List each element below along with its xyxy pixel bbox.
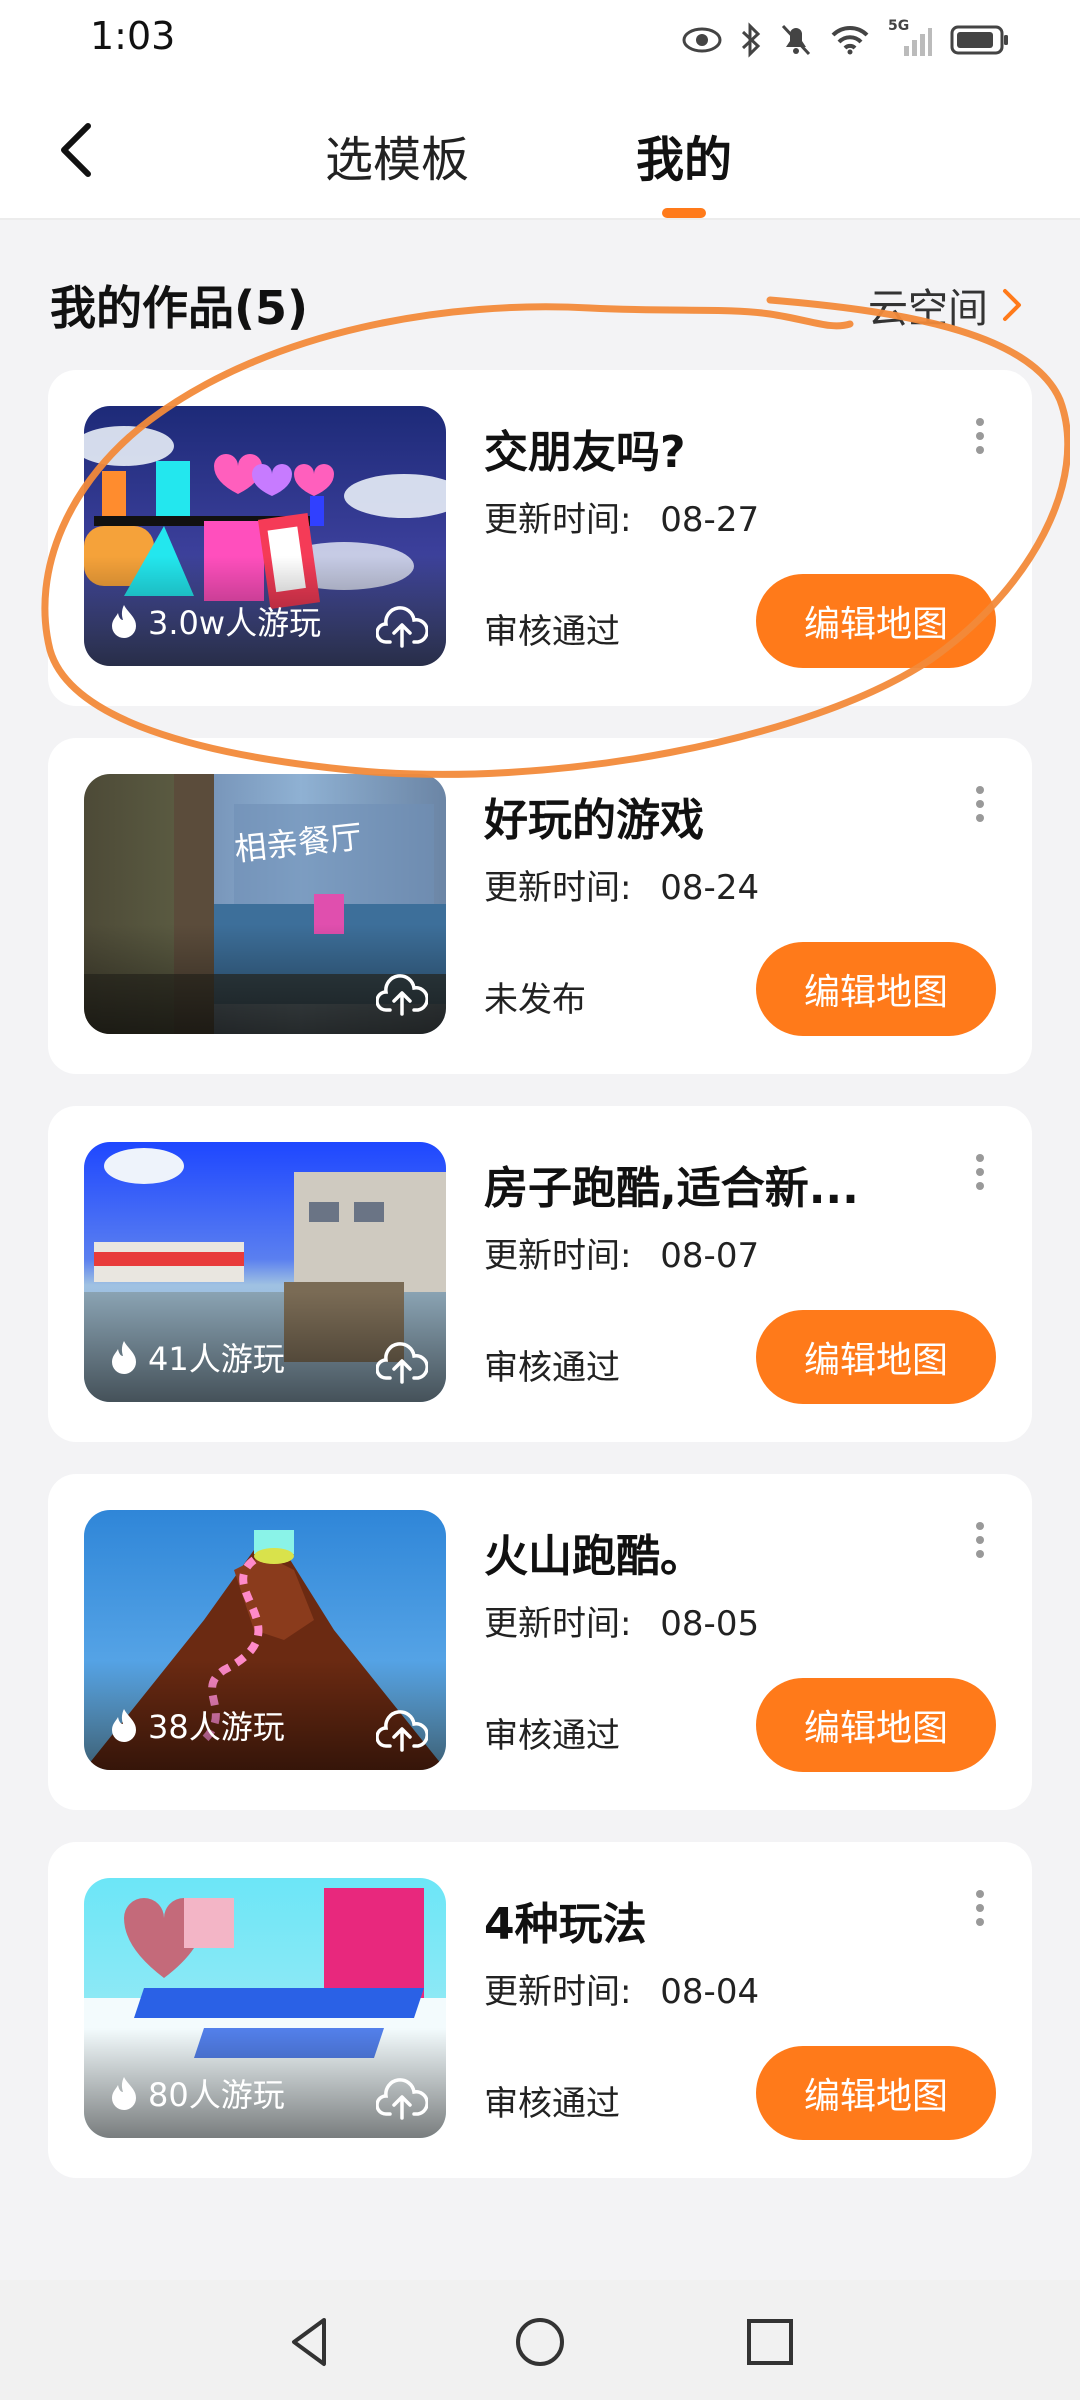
work-thumbnail[interactable]: 41人游玩 bbox=[84, 1142, 446, 1402]
cloud-space-label: 云空间 bbox=[868, 286, 988, 332]
active-tab-indicator bbox=[662, 208, 706, 218]
wifi-icon bbox=[831, 25, 869, 55]
cloud-upload-icon[interactable] bbox=[376, 974, 428, 1016]
play-count: 80人游玩 bbox=[110, 2070, 285, 2116]
work-card[interactable]: 3.0w人游玩 交朋友吗? 更新时间: 08-27 审核通过 编辑地图 bbox=[48, 370, 1032, 706]
signal-icon: 5G bbox=[888, 18, 932, 58]
updated-label: 更新时间: bbox=[484, 1604, 632, 1644]
flame-icon bbox=[112, 2077, 136, 2110]
work-thumbnail[interactable]: 3.0w人游玩 bbox=[84, 406, 446, 666]
nav-recent-apps-icon[interactable] bbox=[740, 2312, 800, 2372]
updated-time: 更新时间: 08-27 bbox=[484, 492, 759, 541]
chevron-right-icon bbox=[1003, 289, 1021, 321]
work-thumbnail[interactable]: 80人游玩 bbox=[84, 1878, 446, 2138]
work-title: 房子跑酷,适合新... bbox=[484, 1163, 859, 1214]
updated-time: 更新时间: 08-05 bbox=[484, 1596, 759, 1645]
status-bar: 1:03 5G bbox=[0, 0, 1080, 80]
mute-bell-icon bbox=[781, 24, 811, 56]
work-thumbnail[interactable]: 相亲餐厅 bbox=[84, 774, 446, 1034]
system-navigation-bar bbox=[0, 2280, 1080, 2400]
work-card[interactable]: 80人游玩 4种玩法 更新时间: 08-04 审核通过 编辑地图 bbox=[48, 1842, 1032, 2178]
updated-time: 更新时间: 08-04 bbox=[484, 1964, 759, 2013]
review-status: 审核通过 bbox=[484, 1348, 620, 1388]
updated-label: 更新时间: bbox=[484, 1972, 632, 2012]
play-count: 38人游玩 bbox=[110, 1702, 285, 1748]
nav-home-icon[interactable] bbox=[510, 2312, 570, 2372]
play-count-label: 38人游玩 bbox=[148, 1708, 285, 1746]
work-title: 4种玩法 bbox=[484, 1899, 647, 1950]
cloud-upload-icon[interactable] bbox=[376, 1342, 428, 1384]
review-status: 审核通过 bbox=[484, 1716, 620, 1756]
work-title: 交朋友吗? bbox=[484, 427, 686, 478]
updated-date: 08-07 bbox=[660, 1236, 760, 1276]
work-title: 好玩的游戏 bbox=[484, 795, 704, 846]
more-options-icon[interactable] bbox=[972, 1152, 988, 1192]
nav-back-icon[interactable] bbox=[280, 2312, 340, 2372]
play-count: 41人游玩 bbox=[110, 1334, 285, 1380]
eye-icon bbox=[682, 27, 722, 53]
updated-date: 08-05 bbox=[660, 1604, 760, 1644]
section-title: 我的作品(5) bbox=[50, 281, 309, 335]
cloud-upload-icon[interactable] bbox=[376, 1710, 428, 1752]
updated-label: 更新时间: bbox=[484, 868, 632, 908]
bluetooth-icon bbox=[741, 22, 761, 58]
edit-map-button[interactable]: 编辑地图 bbox=[756, 1678, 996, 1772]
back-arrow-icon[interactable] bbox=[50, 120, 110, 180]
work-card[interactable]: 38人游玩 火山跑酷。 更新时间: 08-05 审核通过 编辑地图 bbox=[48, 1474, 1032, 1810]
edit-map-button[interactable]: 编辑地图 bbox=[756, 1310, 996, 1404]
review-status: 审核通过 bbox=[484, 2084, 620, 2124]
review-status: 审核通过 bbox=[484, 612, 620, 652]
work-card[interactable]: 41人游玩 房子跑酷,适合新... 更新时间: 08-07 审核通过 编辑地图 bbox=[48, 1106, 1032, 1442]
play-count: 3.0w人游玩 bbox=[110, 598, 321, 644]
cloud-space-link[interactable]: 云空间 bbox=[868, 276, 1024, 334]
flame-icon bbox=[112, 1709, 136, 1742]
more-options-icon[interactable] bbox=[972, 416, 988, 456]
work-title: 火山跑酷。 bbox=[484, 1531, 704, 1582]
network-label: 5G bbox=[888, 18, 910, 34]
updated-date: 08-04 bbox=[660, 1972, 760, 2012]
more-options-icon[interactable] bbox=[972, 1520, 988, 1560]
more-options-icon[interactable] bbox=[972, 1888, 988, 1928]
edit-map-button[interactable]: 编辑地图 bbox=[756, 574, 996, 668]
flame-icon bbox=[112, 1341, 136, 1374]
status-icons: 5G bbox=[682, 18, 1010, 62]
play-count-label: 80人游玩 bbox=[148, 2076, 285, 2114]
status-time: 1:03 bbox=[90, 14, 176, 58]
updated-time: 更新时间: 08-07 bbox=[484, 1228, 759, 1277]
work-card[interactable]: 相亲餐厅 好玩的游戏 更新时间: 08-24 未发布 编辑地图 bbox=[48, 738, 1032, 1074]
updated-date: 08-27 bbox=[660, 500, 760, 540]
cloud-upload-icon[interactable] bbox=[376, 2078, 428, 2120]
more-options-icon[interactable] bbox=[972, 784, 988, 824]
tab-mine[interactable]: 我的 bbox=[636, 120, 732, 190]
updated-time: 更新时间: 08-24 bbox=[484, 860, 759, 909]
play-count-label: 3.0w人游玩 bbox=[148, 604, 322, 642]
battery-icon bbox=[950, 25, 1008, 55]
edit-map-button[interactable]: 编辑地图 bbox=[756, 2046, 996, 2140]
cloud-upload-icon[interactable] bbox=[376, 606, 428, 648]
updated-label: 更新时间: bbox=[484, 1236, 632, 1276]
play-count-label: 41人游玩 bbox=[148, 1340, 285, 1378]
review-status: 未发布 bbox=[484, 980, 586, 1020]
work-thumbnail[interactable]: 38人游玩 bbox=[84, 1510, 446, 1770]
flame-icon bbox=[112, 605, 136, 638]
tab-templates[interactable]: 选模板 bbox=[325, 120, 469, 190]
updated-date: 08-24 bbox=[660, 868, 760, 908]
updated-label: 更新时间: bbox=[484, 500, 632, 540]
top-navigation: 选模板 我的 bbox=[0, 80, 1080, 220]
edit-map-button[interactable]: 编辑地图 bbox=[756, 942, 996, 1036]
